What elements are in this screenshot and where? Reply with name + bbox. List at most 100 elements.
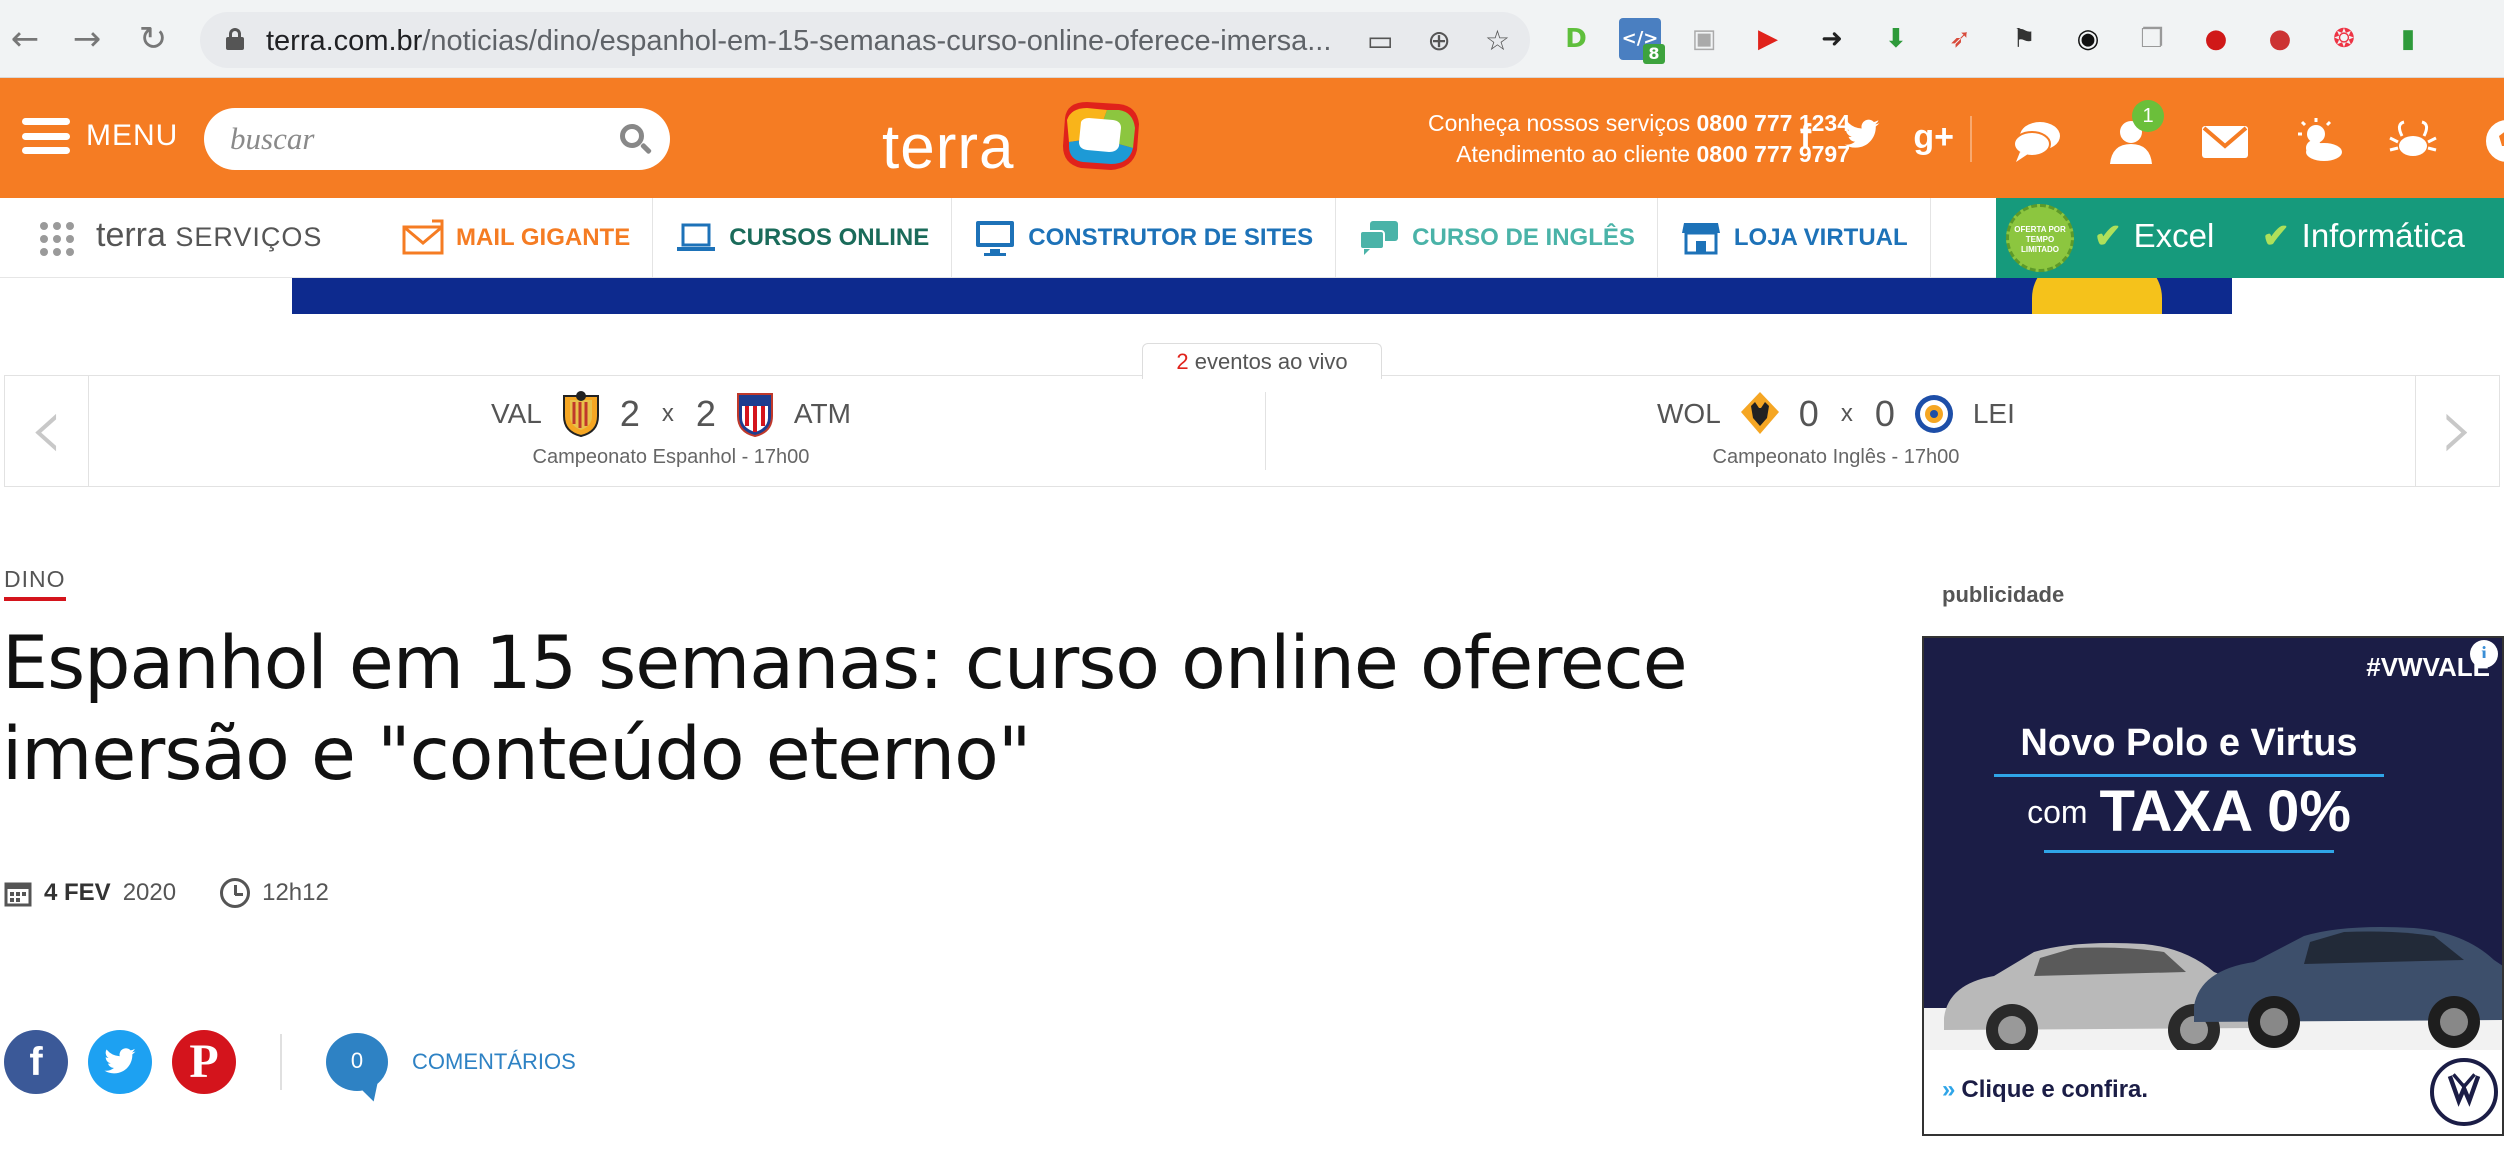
extension-lastpass-icon[interactable]: ❂: [2323, 18, 2365, 60]
article-date-day: 4 FEV: [44, 879, 111, 906]
bookmark-star-icon[interactable]: ☆: [1485, 24, 1510, 57]
atletico-crest-icon: [736, 393, 773, 438]
twitter-icon[interactable]: [1843, 118, 1881, 152]
comments-link[interactable]: COMENTÁRIOS: [412, 1049, 576, 1075]
extension-copy-icon[interactable]: ❐: [2131, 18, 2173, 60]
mail-icon[interactable]: [2198, 114, 2252, 168]
away-score: 0: [1874, 393, 1895, 434]
chat-icon[interactable]: [2010, 114, 2064, 168]
extension-italy-icon[interactable]: ▮: [2387, 18, 2429, 60]
ad-label: publicidade: [1942, 582, 2065, 607]
service-cursos-online[interactable]: CURSOS ONLINE: [653, 198, 953, 278]
menu-button[interactable]: MENU: [22, 118, 178, 154]
calendar-icon: [4, 882, 32, 907]
score-separator: x: [661, 400, 674, 427]
extension-download-icon[interactable]: ⬇: [1875, 18, 1917, 60]
extensions-bar: D </> 8 ▣ ▶ ➜ ⬇ ➶ ⚑ ◉ ❐ ● ● ❂ ▮: [1555, 18, 2429, 64]
scores-next-icon[interactable]: ›: [2415, 376, 2499, 486]
horoscope-crab-icon[interactable]: [2386, 114, 2440, 168]
weather-icon[interactable]: [2292, 114, 2346, 168]
ad-rule: [1994, 774, 2384, 777]
hamburger-icon: [22, 118, 70, 154]
ad-headline: Novo Polo e Virtus: [2020, 722, 2358, 764]
ad-offer-small: com: [2027, 794, 2088, 830]
search-box: [204, 108, 670, 170]
service-label: CURSO DE INGLÊS: [1412, 224, 1635, 251]
laptop-icon: [677, 223, 716, 251]
share-twitter-icon[interactable]: [88, 1030, 152, 1094]
check-icon: ✔: [2262, 217, 2290, 254]
google-plus-icon[interactable]: g+: [1913, 118, 1954, 157]
extension-code-icon[interactable]: </> 8: [1619, 18, 1665, 64]
services-brand[interactable]: terra SERVIÇOS: [96, 216, 322, 255]
promo-informatica[interactable]: ✔ Informática: [2262, 216, 2465, 255]
extension-rocket-icon[interactable]: ➶: [1939, 18, 1981, 60]
service-label: LOJA VIRTUAL: [1733, 224, 1908, 251]
monitor-icon: [976, 221, 1015, 256]
reload-icon[interactable]: ↻: [132, 18, 174, 60]
services-brand-sub: SERVIÇOS: [175, 222, 323, 252]
extension-badge: 8: [1643, 44, 1665, 64]
match-card[interactable]: WOL 0 x 0 LEI Campeonato Inglês - 17h00: [1657, 386, 2015, 469]
extension-d-icon[interactable]: D: [1555, 18, 1597, 60]
facebook-icon[interactable]: f: [1800, 118, 1811, 157]
ad-banner-strip[interactable]: [292, 278, 2232, 314]
scores-prev-icon[interactable]: ‹: [5, 376, 89, 486]
ad-offer: com TAXA 0%: [1924, 778, 2454, 845]
apps-grid-icon[interactable]: [40, 222, 74, 256]
site-header: MENU terra Conheça nossos serviços 0800 …: [0, 78, 2504, 198]
ad-offer-big: TAXA 0%: [2099, 779, 2351, 844]
logo-text: terra: [882, 113, 1015, 182]
match-card[interactable]: VAL 2 x 2 ATM Campeonato Espanhol - 17h0…: [491, 386, 851, 469]
promo-label: Informática: [2301, 217, 2465, 254]
soccer-ball-icon[interactable]: [2480, 114, 2504, 168]
back-arrow-icon[interactable]: ←: [4, 18, 46, 60]
service-curso-ingles[interactable]: CURSO DE INGLÊS: [1336, 198, 1658, 278]
forward-arrow-icon[interactable]: →: [66, 18, 108, 60]
article-date-year: 2020: [122, 879, 177, 906]
promo-excel[interactable]: ✔ Excel: [2094, 216, 2214, 255]
address-bar[interactable]: terra.com.br/noticias/dino/espanhol-em-1…: [200, 12, 1530, 68]
service-mail-gigante[interactable]: MAIL GIGANTE: [380, 198, 654, 278]
header-tools: [2010, 114, 2504, 168]
extension-save-icon[interactable]: ●: [2195, 18, 2237, 60]
url-text[interactable]: terra.com.br/noticias/dino/espanhol-em-1…: [266, 25, 1356, 58]
zoom-plus-icon[interactable]: ⊕: [1427, 24, 1450, 57]
ad-cta[interactable]: » Clique e confira.: [1942, 1076, 2148, 1104]
extension-share-arrow-icon[interactable]: ➜: [1811, 18, 1853, 60]
home-team: WOL: [1657, 398, 1721, 429]
live-events-tab[interactable]: 2 eventos ao vivo: [1142, 343, 1382, 379]
share-pinterest-icon[interactable]: P: [172, 1030, 236, 1094]
valencia-crest-icon: [562, 391, 599, 438]
check-icon: ✔: [2094, 217, 2122, 254]
service-construtor-sites[interactable]: CONSTRUTOR DE SITES: [952, 198, 1337, 278]
extension-whatsapp-icon[interactable]: ◉: [2067, 18, 2109, 60]
header-social-links: f g+: [1800, 118, 1954, 157]
share-facebook-icon[interactable]: f: [4, 1030, 68, 1094]
extension-flag-icon[interactable]: ⚑: [2003, 18, 2045, 60]
leicester-crest-icon: [1914, 395, 1953, 433]
service-label: CURSOS ONLINE: [729, 224, 930, 251]
offer-seal: OFERTA POR TEMPO LIMITADO: [2006, 204, 2074, 272]
article-category[interactable]: DINO: [4, 566, 66, 601]
envelope-icon: [402, 219, 444, 255]
home-score: 0: [1798, 393, 1819, 434]
article-headline: Espanhol em 15 semanas: curso online ofe…: [2, 621, 1688, 797]
cast-icon[interactable]: ▭: [1367, 24, 1393, 57]
notification-badge: 1: [2132, 100, 2164, 132]
logo-mark-icon: [1063, 102, 1139, 170]
service-loja-virtual[interactable]: LOJA VIRTUAL: [1658, 198, 1931, 278]
ad-footer: » Clique e confira.: [1924, 1050, 2502, 1134]
terra-logo[interactable]: terra: [882, 98, 1142, 188]
comments-count-bubble[interactable]: 0: [326, 1033, 388, 1091]
search-input[interactable]: [230, 118, 610, 160]
contact-support-label: Atendimento ao cliente: [1456, 141, 1691, 167]
extension-k-icon[interactable]: ●: [2259, 18, 2301, 60]
advertisement[interactable]: i #VWVALE Novo Polo e Virtus com TAXA 0% …: [1922, 636, 2504, 1136]
promo-banner[interactable]: OFERTA POR TEMPO LIMITADO ✔ Excel ✔ Inform…: [1996, 198, 2504, 278]
extension-chat-icon[interactable]: ▣: [1683, 18, 1725, 60]
search-icon[interactable]: [620, 124, 653, 156]
away-score: 2: [695, 393, 716, 434]
ad-cars-image: [1924, 927, 2502, 1068]
extension-youtube-icon[interactable]: ▶: [1747, 18, 1789, 60]
